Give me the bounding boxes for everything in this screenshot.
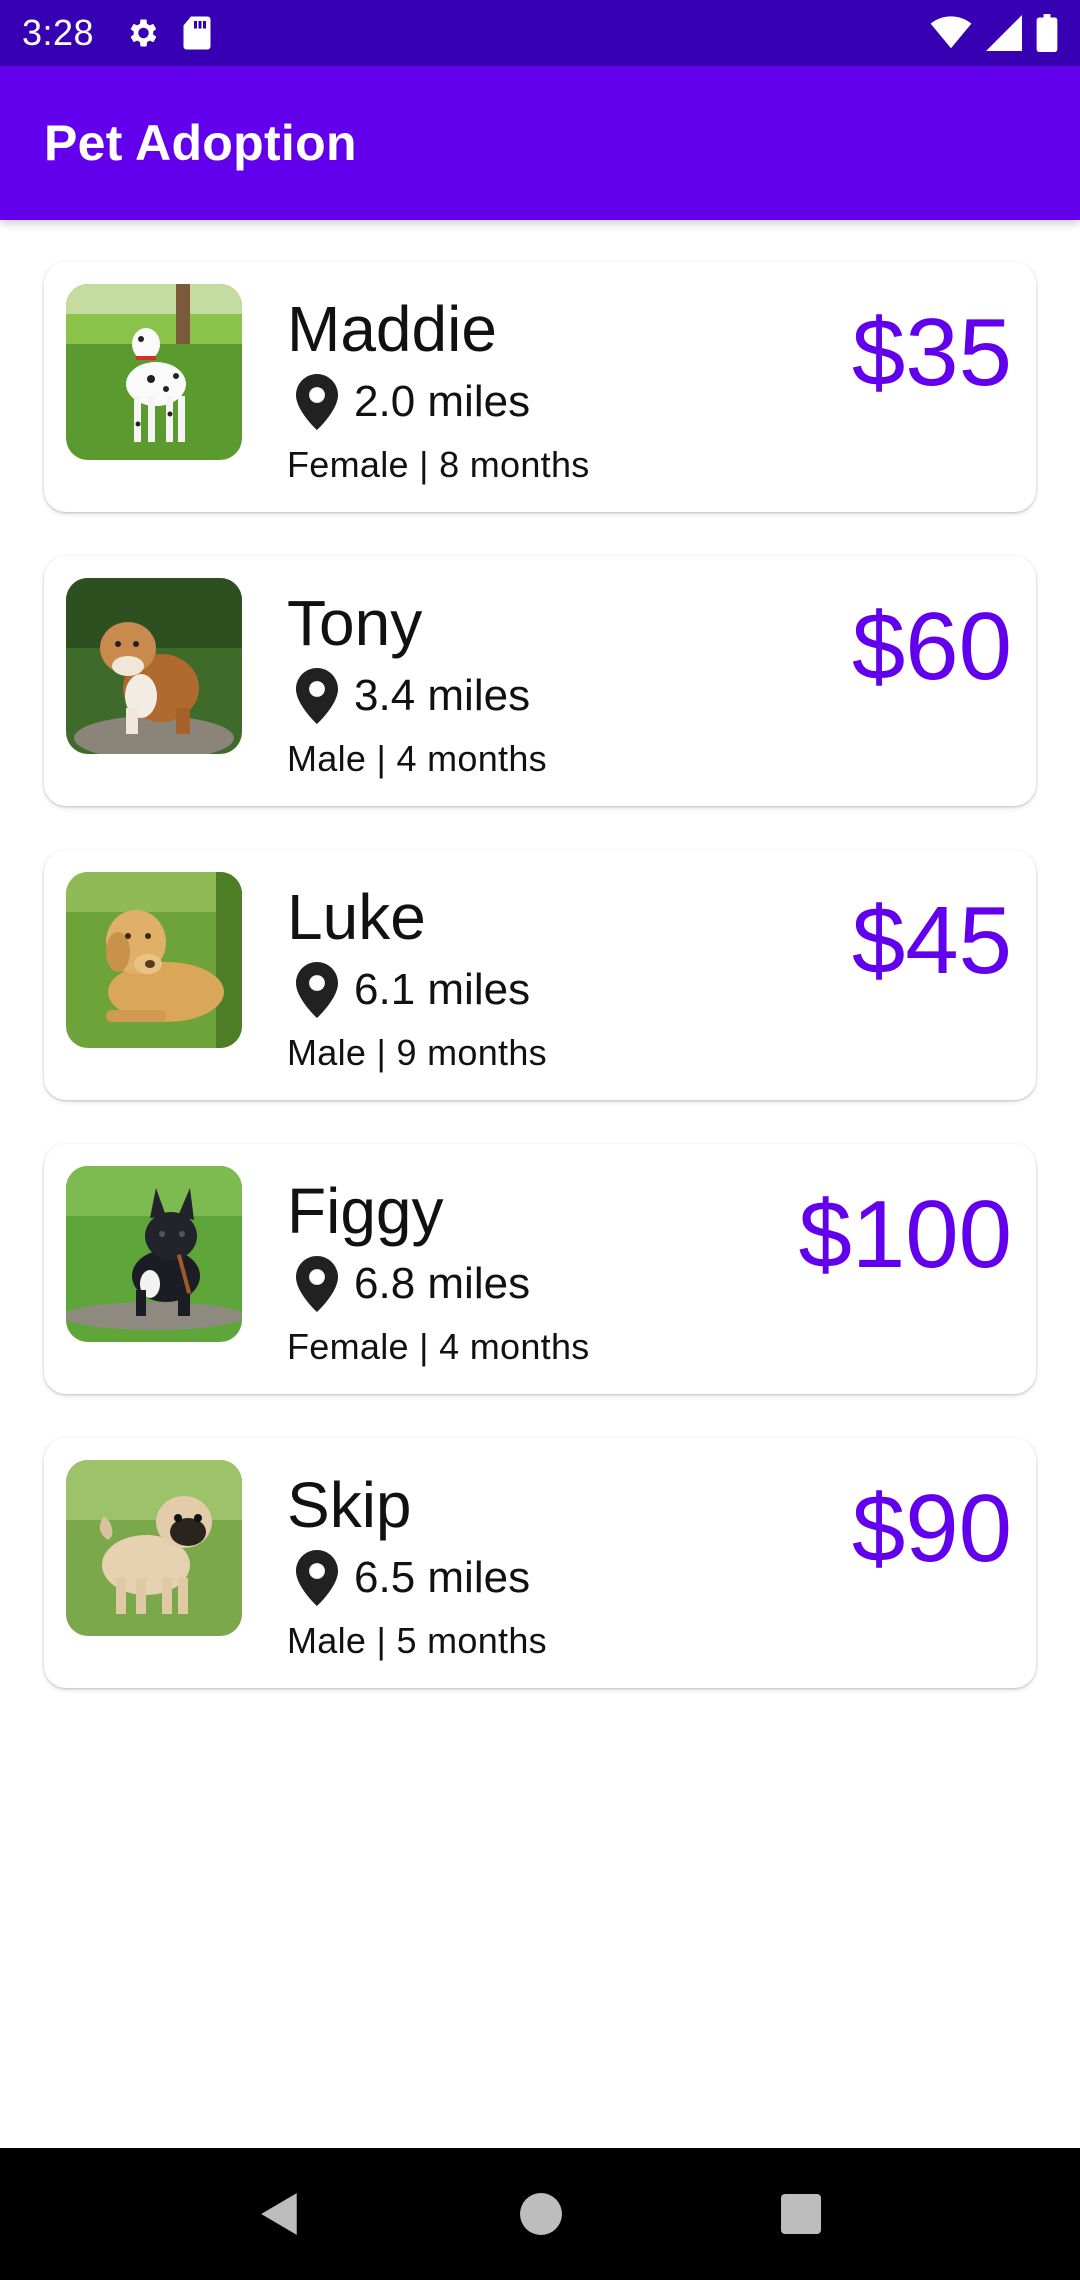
pet-card[interactable]: Maddie 2.0 miles Female | 8 months $35 <box>44 262 1036 512</box>
pet-distance: 6.8 miles <box>354 1259 531 1308</box>
pet-distance: 6.5 miles <box>354 1553 531 1602</box>
pet-price: $90 <box>851 1475 1012 1582</box>
pet-name: Figgy <box>287 1175 444 1247</box>
wifi-icon <box>930 16 972 50</box>
pet-photo <box>66 872 242 1048</box>
pet-card[interactable]: Skip 6.5 miles Male | 5 months $90 <box>44 1438 1036 1688</box>
page-title: Pet Adoption <box>44 115 357 171</box>
pet-price: $45 <box>851 887 1012 994</box>
pet-photo <box>66 284 242 460</box>
recents-icon[interactable] <box>780 2194 821 2234</box>
status-time: 3:28 <box>22 12 95 53</box>
pet-photo <box>66 578 242 754</box>
pet-card[interactable]: Tony 3.4 miles Male | 4 months $60 <box>44 556 1036 806</box>
location-pin-icon <box>296 1256 338 1312</box>
location-pin-icon <box>296 668 338 724</box>
pet-photo <box>66 1166 242 1342</box>
pet-location: 3.4 miles <box>296 668 530 724</box>
sd-card-icon <box>182 15 212 51</box>
pet-price: $100 <box>798 1181 1012 1288</box>
pet-distance: 6.1 miles <box>354 965 531 1014</box>
system-nav-bar <box>0 2148 1080 2280</box>
pet-price: $60 <box>851 593 1012 700</box>
signal-icon <box>986 15 1022 51</box>
gear-icon <box>124 15 160 51</box>
pet-price: $35 <box>851 299 1012 406</box>
pet-card[interactable]: Figgy 6.8 miles Female | 4 months $100 <box>44 1144 1036 1394</box>
pet-distance: 3.4 miles <box>354 671 531 720</box>
pet-list: Maddie 2.0 miles Female | 8 months $35 T… <box>0 262 1080 1732</box>
pet-photo <box>66 1460 242 1636</box>
pet-details: Male | 9 months <box>287 1032 547 1073</box>
location-pin-icon <box>296 374 338 430</box>
pet-name: Skip <box>287 1469 412 1541</box>
pet-location: 2.0 miles <box>296 374 530 430</box>
location-pin-icon <box>296 1550 338 1606</box>
pet-name: Tony <box>287 587 423 659</box>
pet-location: 6.5 miles <box>296 1550 530 1606</box>
pet-card[interactable]: Luke 6.1 miles Male | 9 months $45 <box>44 850 1036 1100</box>
pet-details: Female | 4 months <box>287 1326 590 1367</box>
back-icon[interactable] <box>259 2191 301 2237</box>
pet-details: Female | 8 months <box>287 444 590 485</box>
pet-details: Male | 4 months <box>287 738 547 779</box>
pet-location: 6.8 miles <box>296 1256 530 1312</box>
status-bar: 3:28 <box>0 0 1080 66</box>
pet-name: Maddie <box>287 293 497 365</box>
pet-location: 6.1 miles <box>296 962 530 1018</box>
pet-distance: 2.0 miles <box>354 377 531 426</box>
location-pin-icon <box>296 962 338 1018</box>
battery-icon <box>1036 14 1058 52</box>
pet-name: Luke <box>287 881 426 953</box>
home-icon[interactable] <box>519 2193 562 2235</box>
app-bar: Pet Adoption <box>0 66 1080 220</box>
pet-details: Male | 5 months <box>287 1620 547 1661</box>
